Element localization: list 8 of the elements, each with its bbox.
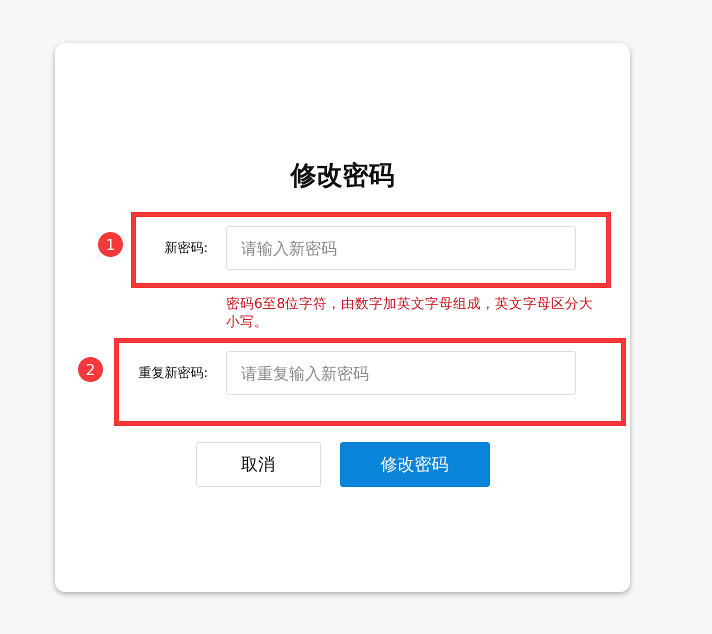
password-hint: 密码6至8位字符，由数字加英文字母组成，英文字母区分大小写。 — [226, 295, 594, 331]
submit-button[interactable]: 修改密码 — [340, 442, 490, 487]
field-label: 新密码: — [164, 240, 208, 257]
field-label: 重复新密码: — [138, 365, 208, 382]
cancel-button[interactable]: 取消 — [196, 442, 320, 487]
dialog-title: 修改密码 — [290, 160, 394, 193]
password-field[interactable]: 请输入新密码 — [226, 226, 576, 270]
password-field[interactable]: 请重复输入新密码 — [226, 351, 576, 395]
